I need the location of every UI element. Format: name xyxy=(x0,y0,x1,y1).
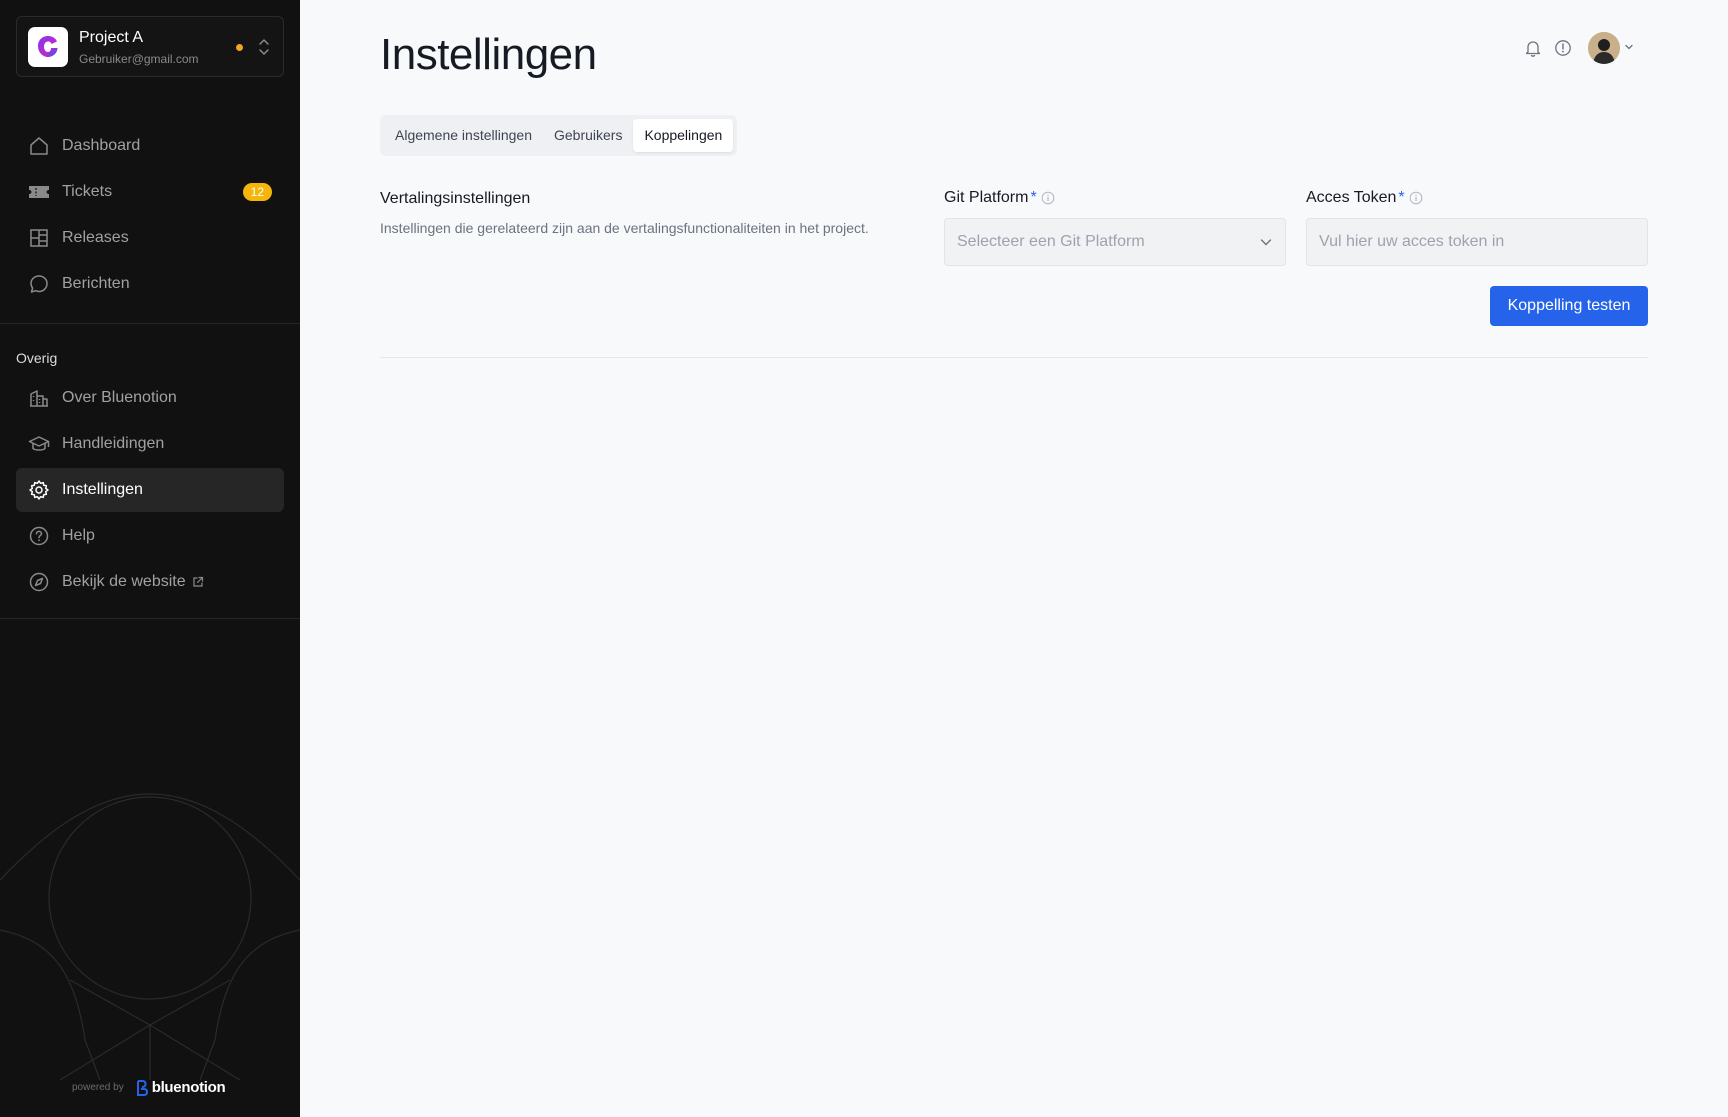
project-logo xyxy=(28,27,68,67)
sidebar-item-label: Handleidingen xyxy=(62,435,165,452)
tab-gebruikers[interactable]: Gebruikers xyxy=(543,119,633,152)
sidebar-item-label: Help xyxy=(62,527,95,544)
sidebar-item-label: Releases xyxy=(62,229,129,246)
graduation-cap-icon xyxy=(28,433,50,455)
bluenotion-brand: bluenotion xyxy=(151,1079,226,1096)
git-platform-select[interactable]: Selecteer een Git Platform xyxy=(944,218,1286,266)
project-name: Project A xyxy=(79,29,144,46)
gear-icon xyxy=(28,479,50,501)
sidebar-item-label: Instellingen xyxy=(62,481,143,498)
sidebar-item-tickets[interactable]: Tickets 12 xyxy=(16,170,284,214)
powered-by: powered by bluenotion xyxy=(72,1079,226,1096)
tab-koppelingen[interactable]: Koppelingen xyxy=(633,119,734,152)
sidebar-item-bekijk-website[interactable]: Bekijk de website xyxy=(16,560,284,604)
sidebar-item-handleidingen[interactable]: Handleidingen xyxy=(16,422,284,466)
building-icon xyxy=(28,387,50,409)
access-token-input[interactable] xyxy=(1306,218,1648,266)
home-icon xyxy=(28,135,50,157)
chevron-down-icon xyxy=(1260,239,1272,246)
header-actions xyxy=(1522,30,1634,66)
sidebar-item-over-bluenotion[interactable]: Over Bluenotion xyxy=(16,376,284,420)
sidebar-divider xyxy=(0,323,300,324)
layout-icon xyxy=(28,227,50,249)
powered-by-label: powered by xyxy=(72,1082,124,1093)
info-icon[interactable] xyxy=(1041,191,1055,205)
field-label-text: Git Platform xyxy=(944,189,1029,206)
select-placeholder: Selecteer een Git Platform xyxy=(957,233,1145,250)
required-marker: * xyxy=(1030,189,1037,206)
ticket-icon xyxy=(28,181,50,203)
tickets-count-badge: 12 xyxy=(242,183,272,201)
sidebar: Project A Gebruiker@gmail.com Dashboard … xyxy=(0,0,300,1117)
tab-algemene-instellingen[interactable]: Algemene instellingen xyxy=(384,119,543,152)
other-nav: Over Bluenotion Handleidingen Instelling… xyxy=(16,376,284,606)
sidebar-item-releases[interactable]: Releases xyxy=(16,216,284,260)
test-connection-button[interactable]: Koppelling testen xyxy=(1490,286,1648,326)
bell-icon[interactable] xyxy=(1522,37,1544,59)
git-platform-label: Git Platform * xyxy=(944,189,1055,207)
compass-icon xyxy=(28,571,50,593)
sidebar-item-label: Dashboard xyxy=(62,137,141,154)
sidebar-section-label: Overig xyxy=(16,350,58,366)
question-circle-icon xyxy=(28,525,50,547)
field-label-text: Acces Token xyxy=(1306,189,1397,206)
alert-circle-icon[interactable] xyxy=(1552,37,1574,59)
external-link-icon xyxy=(192,576,204,588)
decorative-background-pattern xyxy=(0,793,300,1080)
chevron-down-icon[interactable] xyxy=(1624,39,1634,57)
sidebar-item-label: Bekijk de website xyxy=(62,573,186,590)
access-token-label: Acces Token * xyxy=(1306,189,1423,207)
main-nav: Dashboard Tickets 12 Releases Berichten xyxy=(16,124,284,308)
sidebar-item-label: Tickets xyxy=(62,183,113,200)
sidebar-item-dashboard[interactable]: Dashboard xyxy=(16,124,284,168)
project-switcher[interactable]: Project A Gebruiker@gmail.com xyxy=(16,16,284,77)
page-title: Instellingen xyxy=(380,30,597,79)
project-email: Gebruiker@gmail.com xyxy=(79,52,199,66)
content-divider xyxy=(380,357,1648,358)
sidebar-item-label: Over Bluenotion xyxy=(62,389,177,406)
info-icon[interactable] xyxy=(1409,191,1423,205)
settings-tabs: Algemene instellingen Gebruikers Koppeli… xyxy=(380,115,738,156)
sidebar-divider xyxy=(0,618,300,619)
required-marker: * xyxy=(1398,189,1405,206)
chevron-up-down-icon xyxy=(259,39,269,55)
sidebar-item-label: Berichten xyxy=(62,275,130,292)
bluenotion-logo-icon xyxy=(136,1079,148,1096)
section-description: Instellingen die gerelateerd zijn aan de… xyxy=(380,220,869,236)
avatar[interactable] xyxy=(1588,32,1620,64)
sidebar-item-help[interactable]: Help xyxy=(16,514,284,558)
chat-bubble-icon xyxy=(28,273,50,295)
sidebar-item-berichten[interactable]: Berichten xyxy=(16,262,284,306)
sidebar-item-instellingen[interactable]: Instellingen xyxy=(16,468,284,512)
section-title: Vertalingsinstellingen xyxy=(380,190,531,207)
status-dot xyxy=(236,44,243,51)
